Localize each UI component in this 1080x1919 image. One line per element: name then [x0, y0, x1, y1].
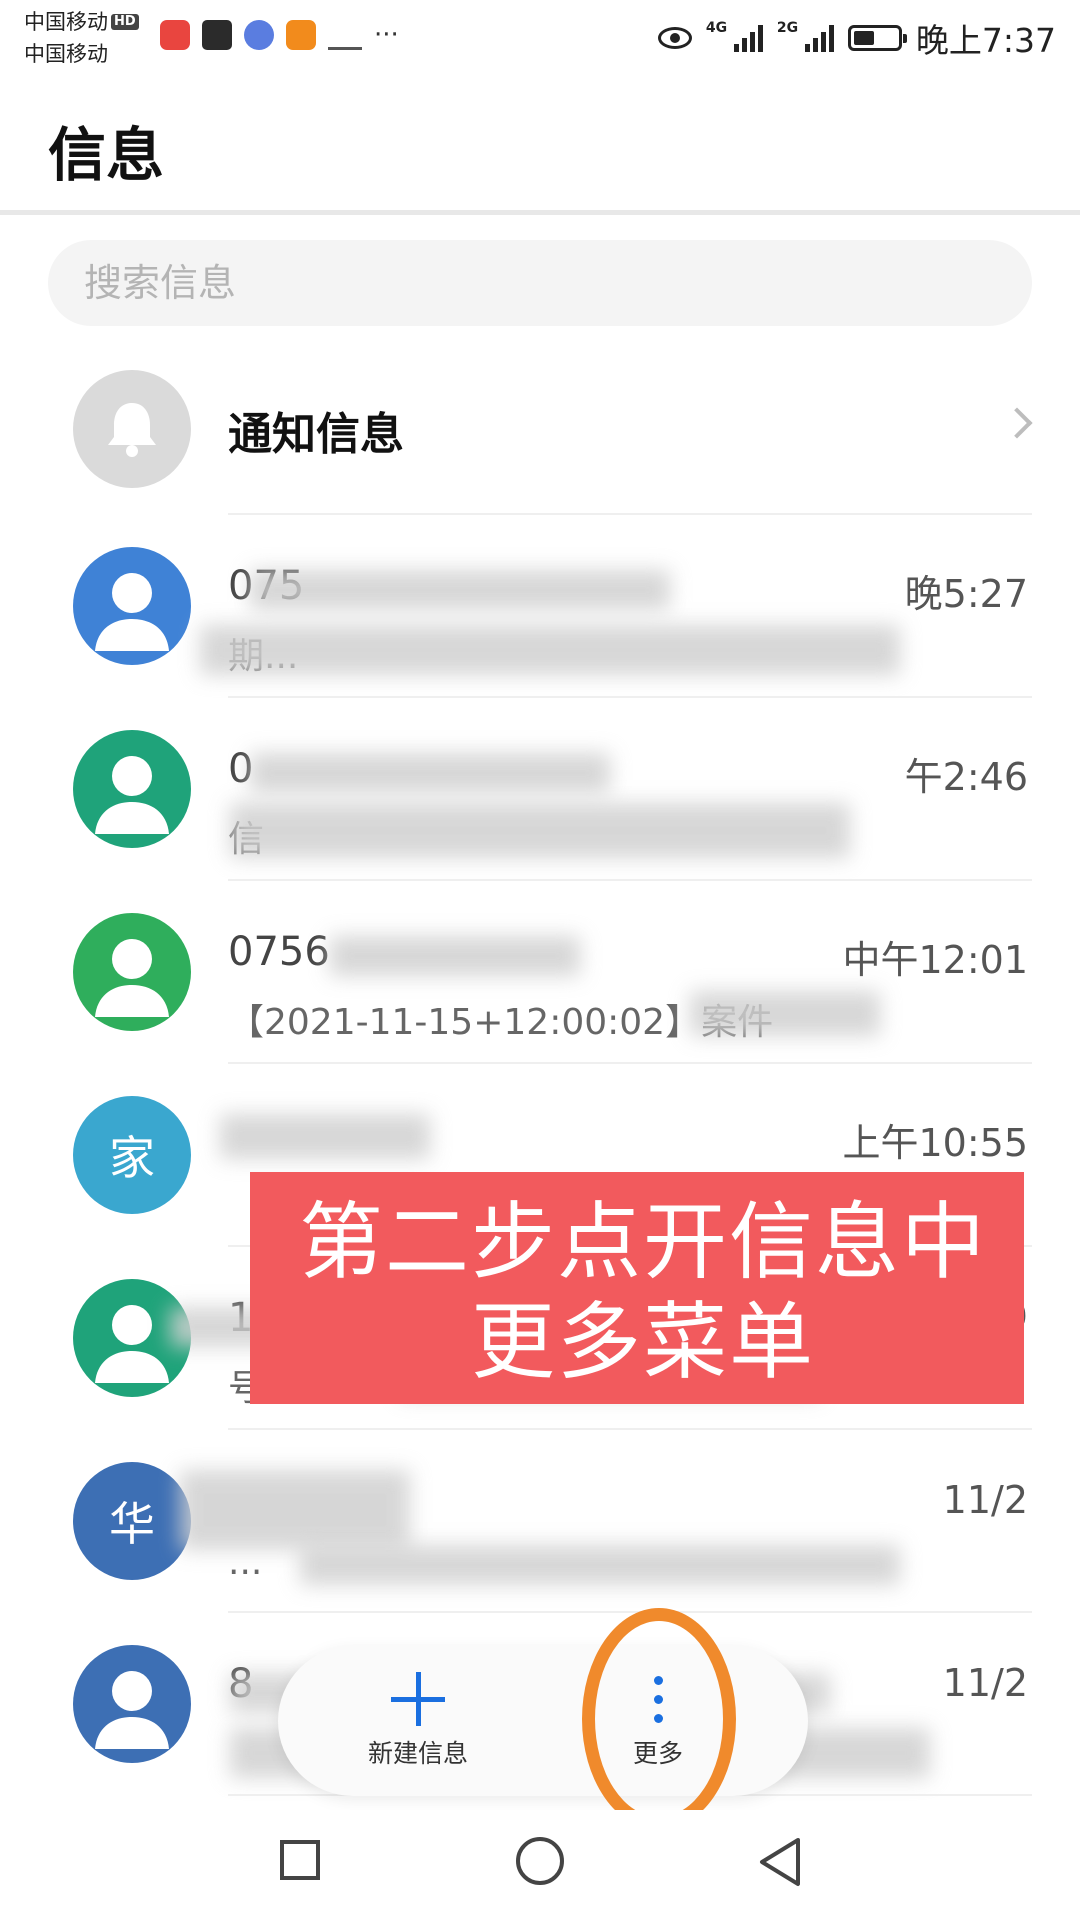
clock: 晚上7:37 — [915, 21, 1056, 60]
message-time: 晚5:27 — [904, 572, 1028, 616]
annotation-line-2: 更多菜单 — [470, 1293, 815, 1391]
privacy-blur — [230, 803, 850, 858]
carrier-2-label: 中国移动 — [24, 42, 108, 66]
briefcase-icon — [202, 20, 232, 50]
more-notifications-icon: ··· — [374, 20, 399, 50]
chevron-right-icon — [1001, 407, 1033, 439]
message-time: 11/2 — [942, 1478, 1028, 1522]
hd-badge: HD — [111, 14, 139, 30]
system-status: 4G 2G 晚上7:37 — [657, 14, 1056, 62]
search-bar[interactable] — [48, 240, 1032, 326]
header-divider — [0, 210, 1080, 215]
back-button[interactable] — [756, 1836, 804, 1888]
message-time: 中午12:01 — [842, 938, 1028, 982]
contact-avatar: 华 — [73, 1462, 191, 1580]
eye-comfort-icon — [657, 27, 692, 49]
signal-4g-icon: 4G — [706, 20, 763, 52]
privacy-blur — [200, 625, 900, 675]
recent-apps-button[interactable] — [280, 1840, 320, 1880]
contact-avatar: 家 — [73, 1096, 191, 1214]
carrier-info: 中国移动 HD 中国移动 — [24, 6, 139, 70]
carrier-1-label: 中国移动 — [24, 10, 108, 34]
privacy-blur — [250, 570, 670, 610]
signature-app-icon — [328, 20, 362, 50]
plus-icon — [391, 1672, 445, 1726]
contact-name: 0756 — [228, 929, 330, 975]
conversation-row[interactable]: 0756 中午12:01 【2021-11-15+12:00:02】案件 — [0, 881, 1080, 1064]
network-2-label: 2G — [776, 20, 799, 36]
message-preview: 【2021-11-15+12:00:02】案件 — [228, 1002, 774, 1043]
bell-icon — [73, 370, 191, 488]
music-app-icon — [244, 20, 274, 50]
system-nav-bar — [0, 1810, 1080, 1919]
message-time: 11/2 — [942, 1661, 1028, 1705]
notification-icons: ··· — [160, 20, 399, 50]
privacy-blur — [330, 936, 580, 976]
person-avatar-icon — [73, 913, 191, 1031]
search-input[interactable] — [48, 240, 1032, 326]
privacy-blur — [220, 1114, 430, 1159]
page-title: 信息 — [48, 121, 165, 189]
signal-2g-icon: 2G — [777, 20, 834, 52]
annotation-line-1: 第二步点开信息中 — [298, 1193, 987, 1291]
avatar-initial: 家 — [109, 1131, 155, 1185]
conversation-list: 通知信息 075晚5:27期...0午2:46信 0756 中午12:01 【2021… — [0, 340, 1080, 1796]
highlight-ring — [582, 1608, 736, 1830]
conversation-row[interactable]: 075晚5:27期... — [0, 515, 1080, 698]
battery-icon — [847, 25, 907, 51]
conversation-row[interactable]: 华 11/2... — [0, 1430, 1080, 1613]
network-1-label: 4G — [705, 20, 728, 36]
status-bar: 中国移动 HD 中国移动 ··· 4G 2G 晚上7:37 — [0, 0, 1080, 80]
instruction-annotation: 第二步点开信息中 更多菜单 — [250, 1172, 1024, 1404]
person-avatar-icon — [73, 730, 191, 848]
new-message-label: 新建信息 — [367, 1739, 468, 1768]
video-play-icon — [286, 20, 316, 50]
message-time: 午2:46 — [904, 755, 1028, 799]
privacy-blur — [300, 1545, 900, 1585]
message-time: 上午10:55 — [842, 1121, 1028, 1165]
new-message-button[interactable]: 新建信息 — [318, 1646, 518, 1796]
privacy-blur — [180, 1470, 410, 1550]
home-button[interactable] — [516, 1837, 564, 1885]
notification-messages-label: 通知信息 — [228, 409, 404, 460]
notification-messages-row[interactable]: 通知信息 — [0, 340, 1080, 515]
privacy-blur — [250, 753, 610, 793]
conversation-row[interactable]: 0午2:46信 — [0, 698, 1080, 881]
avatar-initial: 华 — [109, 1497, 155, 1551]
person-avatar-icon — [73, 547, 191, 665]
person-avatar-icon — [73, 1645, 191, 1763]
news-app-icon — [160, 20, 190, 50]
privacy-blur — [690, 991, 880, 1036]
